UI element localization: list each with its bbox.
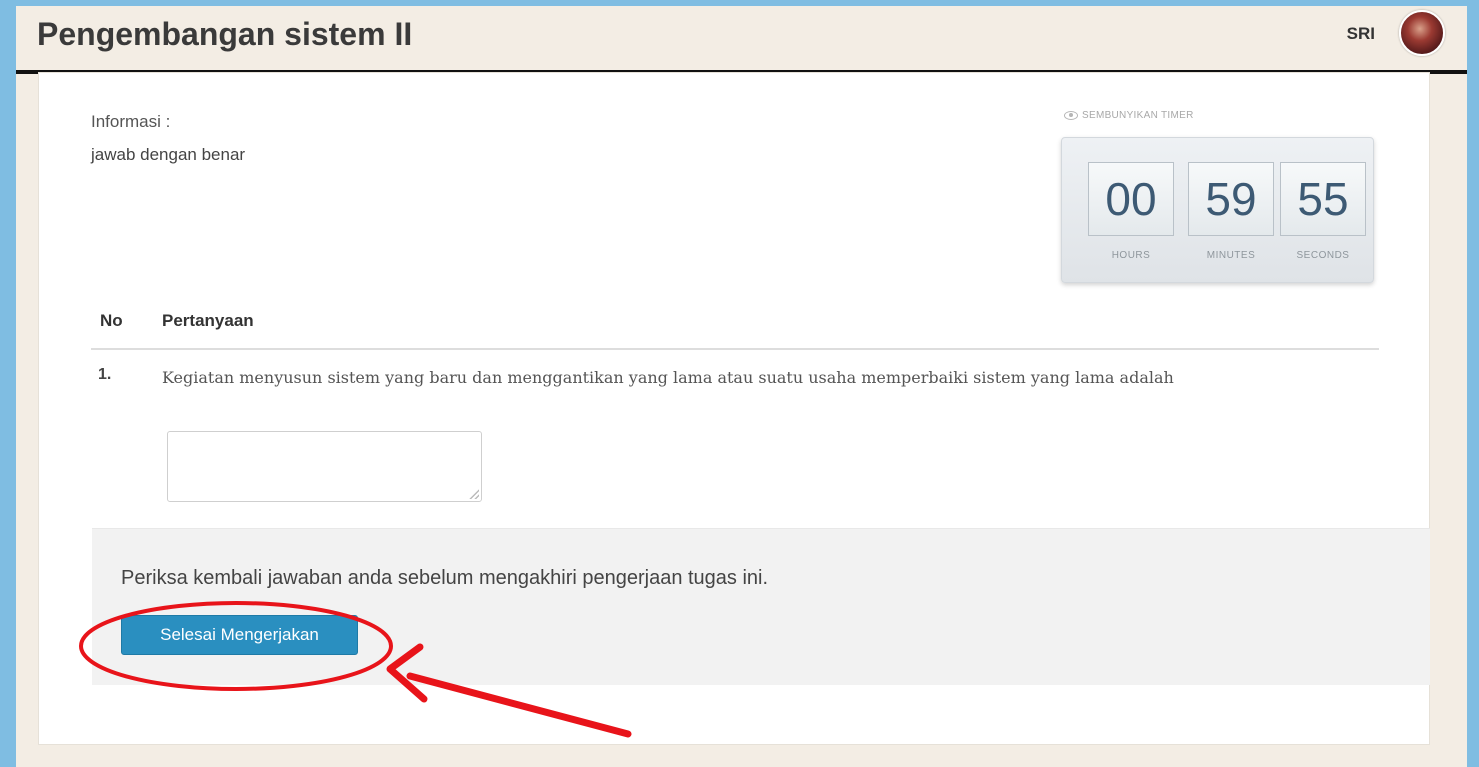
timer-hours-label: HOURS [1111, 250, 1151, 261]
eye-icon [1064, 111, 1078, 120]
review-reminder: Periksa kembali jawaban anda sebelum men… [121, 567, 769, 589]
answer-textarea[interactable] [167, 431, 482, 502]
question-text: Kegiatan menyusun sistem yang baru dan m… [162, 368, 1174, 387]
info-label: Informasi : [91, 112, 171, 131]
info-text: jawab dengan benar [91, 145, 246, 164]
timer-seconds: 55 SECONDS [1280, 162, 1366, 261]
column-header-question: Pertanyaan [162, 311, 254, 330]
timer-minutes: 59 MINUTES [1188, 162, 1274, 261]
hide-timer-label: SEMBUNYIKAN TIMER [1082, 110, 1194, 121]
timer-seconds-value: 55 [1280, 162, 1366, 236]
submit-panel: Periksa kembali jawaban anda sebelum men… [92, 528, 1430, 685]
hide-timer-link[interactable]: SEMBUNYIKAN TIMER [1064, 110, 1194, 121]
resize-grip-icon[interactable] [469, 489, 479, 499]
user-name[interactable]: SRI [1347, 24, 1375, 44]
finish-button[interactable]: Selesai Mengerjakan [121, 615, 358, 655]
timer-seconds-label: SECONDS [1296, 250, 1350, 261]
avatar[interactable] [1399, 10, 1445, 56]
timer-minutes-value: 59 [1188, 162, 1274, 236]
timer-minutes-label: MINUTES [1206, 250, 1256, 261]
table-header: No Pertanyaan [91, 310, 1379, 350]
quiz-card: Informasi : jawab dengan benar SEMBUNYIK… [38, 72, 1430, 745]
page-header: Pengembangan sistem II SRI [16, 6, 1467, 74]
timer-hours-value: 00 [1088, 162, 1174, 236]
column-header-no: No [100, 311, 123, 330]
page-title: Pengembangan sistem II [37, 16, 413, 52]
timer-hours: 00 HOURS [1088, 162, 1174, 261]
question-number: 1. [98, 366, 112, 383]
countdown-timer: 00 HOURS 59 MINUTES 55 SECONDS [1061, 137, 1374, 283]
